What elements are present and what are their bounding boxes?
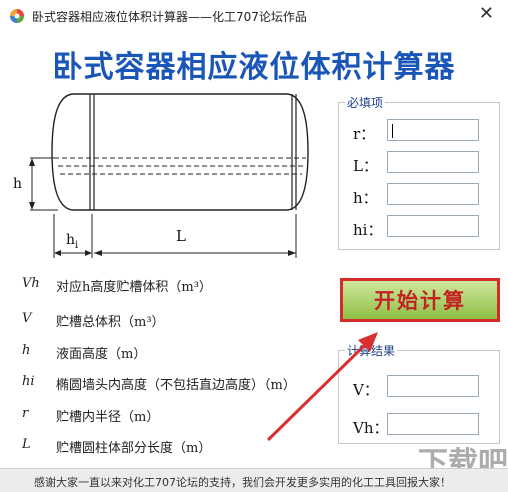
field-label-h: h： [353, 189, 378, 207]
page-title: 卧式容器相应液位体积计算器 [52, 50, 456, 85]
field-row-hi: hi： [339, 215, 499, 239]
desc-symbol: r [22, 406, 29, 421]
start-calculation-button[interactable]: 开始计算 [340, 278, 500, 322]
desc-vh: Vh 对应h高度贮槽体积（m³） [0, 276, 340, 296]
tank-diagram: h hi L [13, 93, 309, 258]
field-row-L: L： [339, 151, 499, 175]
text-caret [392, 124, 393, 138]
field-label-r: r： [353, 125, 376, 143]
desc-v: V 贮槽总体积（m³） [0, 311, 340, 331]
desc-symbol: Vh [22, 276, 40, 291]
dim-L-label: L [176, 227, 186, 245]
desc-symbol: V [22, 311, 32, 326]
desc-h: h 液面高度（m） [0, 343, 340, 363]
field-row-Vh: Vh： [339, 413, 499, 437]
desc-text: 贮槽总体积（m³） [56, 315, 165, 330]
window-title: 卧式容器相应液位体积计算器——化工707论坛作品 [32, 10, 307, 24]
close-icon[interactable]: ✕ [479, 4, 494, 24]
footer-text: 感谢大家一直以来对化工707论坛的支持，我们会开发更多实用的化工工具回报大家！ [34, 476, 451, 489]
desc-text: 贮槽圆柱体部分长度（m） [56, 441, 212, 456]
L-input[interactable] [387, 151, 479, 173]
hi-input[interactable] [387, 215, 479, 237]
desc-L: L 贮槽圆柱体部分长度（m） [0, 437, 340, 457]
desc-symbol: L [22, 437, 31, 452]
Vh-output[interactable] [387, 413, 479, 435]
desc-symbol: hi [22, 374, 35, 389]
field-row-V: V： [339, 375, 499, 399]
field-label-Vh: Vh： [353, 419, 389, 437]
desc-text: 贮槽内半径（m） [56, 410, 160, 425]
field-label-hi: hi： [353, 221, 383, 239]
V-output[interactable] [387, 375, 479, 397]
required-group: 必填项 r： L： h： hi： [338, 94, 500, 250]
result-group: 计算结果 V： Vh： [338, 342, 500, 444]
field-row-h: h： [339, 183, 499, 207]
r-input[interactable] [387, 119, 479, 141]
field-row-r: r： [339, 119, 499, 143]
desc-symbol: h [22, 343, 31, 358]
app-icon [10, 9, 24, 23]
h-input[interactable] [387, 183, 479, 205]
dim-hi-label: hi [66, 232, 78, 251]
required-group-title: 必填项 [345, 94, 386, 111]
desc-r: r 贮槽内半径（m） [0, 406, 340, 426]
desc-text: 椭圆墙头内高度（不包括直边高度）（m） [56, 378, 296, 393]
field-label-L: L： [353, 157, 378, 175]
result-group-title: 计算结果 [345, 342, 398, 359]
title-bar: 卧式容器相应液位体积计算器——化工707论坛作品 ✕ [0, 0, 508, 30]
status-footer: 感谢大家一直以来对化工707论坛的支持，我们会开发更多实用的化工工具回报大家！ [0, 468, 508, 492]
dim-h-label: h [13, 176, 22, 192]
desc-hi: hi 椭圆墙头内高度（不包括直边高度）（m） [0, 374, 340, 394]
desc-text: 液面高度（m） [56, 347, 147, 362]
field-label-V: V： [353, 381, 379, 399]
desc-text: 对应h高度贮槽体积（m³） [56, 280, 212, 295]
